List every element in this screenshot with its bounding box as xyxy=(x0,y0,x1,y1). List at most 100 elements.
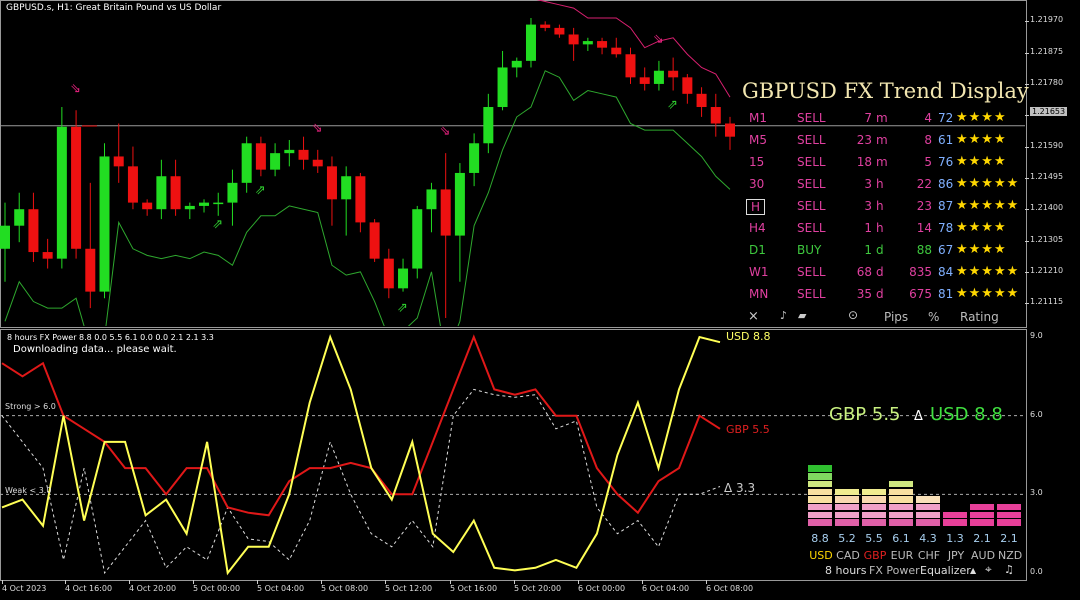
time-tick-mark xyxy=(450,580,451,584)
duration-unit: h xyxy=(876,221,884,235)
candle[interactable] xyxy=(696,87,707,117)
trend-row-m5[interactable]: M5 SELL 23 m 8 61 ★★★★ xyxy=(740,132,1025,153)
music-note-icon[interactable]: ♪ xyxy=(780,309,787,322)
candle[interactable] xyxy=(625,47,636,84)
equalizer-bar-segment xyxy=(835,488,859,495)
candle[interactable] xyxy=(85,182,96,309)
star-rating: ★★★★ xyxy=(956,154,1007,169)
crosshair-icon[interactable]: ⌖ xyxy=(985,562,992,577)
trend-display-title: GBPUSD FX Trend Display xyxy=(742,79,1029,103)
candle[interactable] xyxy=(127,146,138,210)
candle[interactable] xyxy=(227,169,238,226)
candle[interactable] xyxy=(326,156,337,226)
candle[interactable] xyxy=(298,136,309,170)
chart-style-icon[interactable]: ▰ xyxy=(798,309,806,322)
candle[interactable] xyxy=(71,110,82,259)
close-icon[interactable]: × xyxy=(748,309,759,324)
pips-value: 14 xyxy=(916,221,932,235)
dropdown-icon[interactable]: ▲ xyxy=(970,566,976,575)
equalizer-value: 6.1 xyxy=(892,532,910,545)
time-tick-mark xyxy=(2,580,3,584)
candle[interactable] xyxy=(554,24,565,38)
candle[interactable] xyxy=(383,248,394,299)
candle[interactable] xyxy=(284,139,295,167)
candle[interactable] xyxy=(653,60,664,91)
candle[interactable] xyxy=(270,143,281,177)
candle[interactable] xyxy=(639,67,650,91)
candle[interactable] xyxy=(341,166,352,236)
candle[interactable] xyxy=(668,57,679,91)
candle[interactable] xyxy=(611,37,622,58)
candle[interactable] xyxy=(525,18,536,68)
candle[interactable] xyxy=(582,37,593,51)
candle[interactable] xyxy=(99,143,110,299)
equalizer-mode-label[interactable]: Equalizer xyxy=(920,564,971,577)
candle[interactable] xyxy=(184,202,195,220)
candle[interactable] xyxy=(213,192,224,216)
duration-value: 23 xyxy=(856,133,872,147)
equalizer-bar-segment xyxy=(835,511,859,519)
trend-row-30[interactable]: 30 SELL 3 h 22 86 ★★★★★ xyxy=(740,176,1025,197)
trend-row-h4[interactable]: H4 SELL 1 h 14 78 ★★★★ xyxy=(740,220,1025,241)
trend-row-d1[interactable]: D1 BUY 1 d 88 67 ★★★★ xyxy=(740,242,1025,263)
trend-row-m1[interactable]: M1 SELL 7 m 4 72 ★★★★ xyxy=(740,110,1025,131)
candle[interactable] xyxy=(682,74,693,104)
time-tick-label: 5 Oct 04:00 xyxy=(257,584,305,593)
candle[interactable] xyxy=(710,93,721,137)
candle[interactable] xyxy=(483,93,494,154)
candle[interactable] xyxy=(170,159,181,216)
candle[interactable] xyxy=(597,37,608,55)
signal-label: SELL xyxy=(797,221,826,235)
price-axis: 1.219701.218751.217801.216851.215901.214… xyxy=(1025,0,1080,326)
buy-arrow-icon: ⇗ xyxy=(397,301,408,316)
candle[interactable] xyxy=(355,172,366,233)
candle[interactable] xyxy=(469,133,480,187)
candle[interactable] xyxy=(42,238,53,269)
candle[interactable] xyxy=(426,182,437,233)
equalizer-column-jpy: 1.3 JPY xyxy=(943,440,969,580)
candle[interactable] xyxy=(113,123,124,183)
trend-row-w1[interactable]: W1 SELL 68 d 835 84 ★★★★★ xyxy=(740,264,1025,285)
signal-label: BUY xyxy=(797,243,822,257)
candle[interactable] xyxy=(440,153,451,318)
star-rating: ★★★★ xyxy=(956,132,1007,147)
candle[interactable] xyxy=(540,21,551,32)
candle[interactable] xyxy=(28,192,39,262)
candle[interactable] xyxy=(412,205,423,279)
clock-icon[interactable]: ⊙ xyxy=(848,308,858,322)
timeframe-label: D1 xyxy=(749,243,766,257)
sell-arrow-icon: ⇘ xyxy=(70,81,81,96)
equalizer-column-eur: 6.1 EUR xyxy=(889,440,915,580)
candle[interactable] xyxy=(199,199,210,213)
candle[interactable] xyxy=(454,163,465,282)
candle[interactable] xyxy=(497,50,508,111)
time-tick-label: 5 Oct 00:00 xyxy=(193,584,241,593)
candle[interactable] xyxy=(0,202,10,282)
time-tick-mark xyxy=(642,580,643,584)
candle[interactable] xyxy=(511,57,522,78)
sound-icon[interactable]: ♫ xyxy=(1004,563,1014,576)
trend-row-15[interactable]: 15 SELL 18 m 5 76 ★★★★ xyxy=(740,154,1025,175)
price-tick-label: 1.21970 xyxy=(1030,15,1064,25)
candle[interactable] xyxy=(56,107,67,269)
trading-terminal: GBPUSD.s, H1: Great Britain Pound vs US … xyxy=(0,0,1080,600)
duration-unit: m xyxy=(876,111,888,125)
candle[interactable] xyxy=(725,116,735,150)
price-tick-mark xyxy=(1025,209,1029,211)
candle[interactable] xyxy=(142,199,153,216)
star-rating: ★★★★★ xyxy=(956,264,1020,279)
duration-value: 18 xyxy=(856,155,872,169)
candle[interactable] xyxy=(14,192,25,243)
candle[interactable] xyxy=(312,149,323,173)
equalizer-bar-segment xyxy=(835,503,859,511)
candle[interactable] xyxy=(398,258,409,292)
candle[interactable] xyxy=(255,136,266,177)
pips-value: 5 xyxy=(924,155,932,169)
trend-row-mn[interactable]: MN SELL 35 d 675 81 ★★★★★ xyxy=(740,286,1025,307)
equalizer-currency-code: JPY xyxy=(947,549,965,562)
candle[interactable] xyxy=(241,136,252,193)
candle[interactable] xyxy=(568,27,579,61)
trend-row-h[interactable]: H SELL 3 h 23 87 ★★★★★ xyxy=(740,198,1025,219)
candle[interactable] xyxy=(369,219,380,262)
candle[interactable] xyxy=(156,159,167,220)
